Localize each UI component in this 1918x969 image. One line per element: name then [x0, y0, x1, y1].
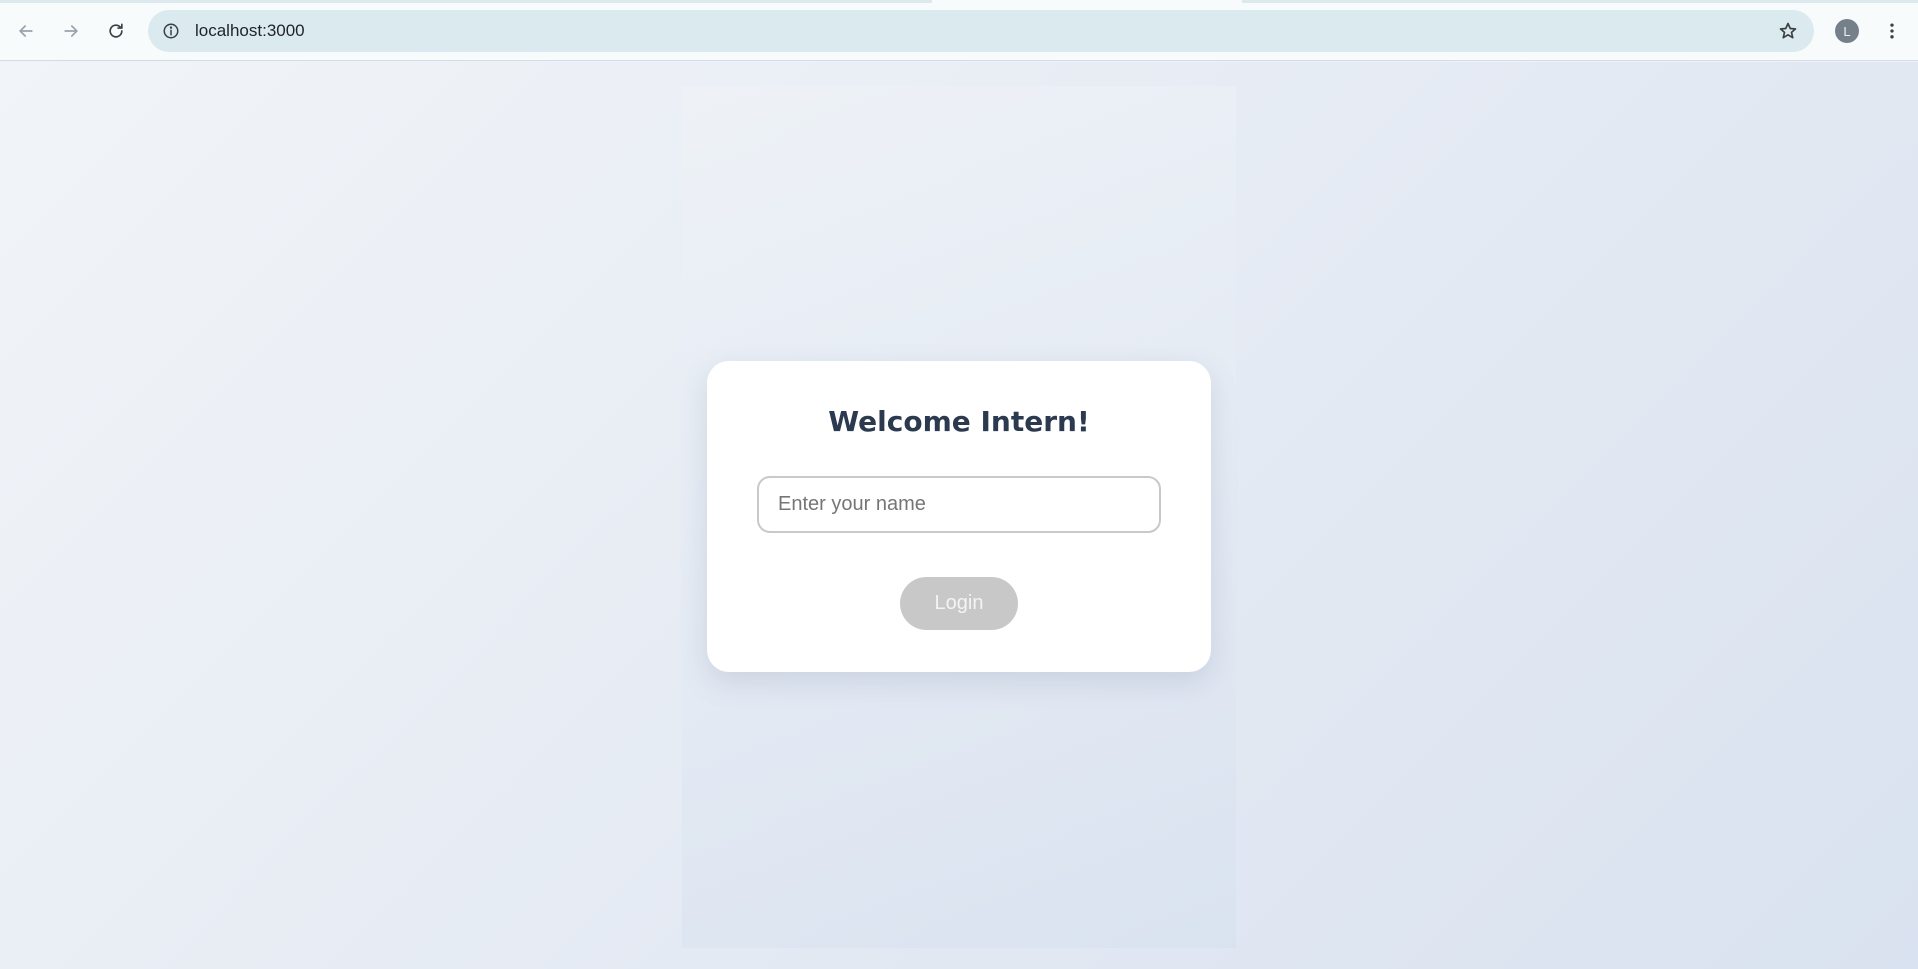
- address-bar[interactable]: localhost:3000: [148, 10, 1814, 52]
- login-button[interactable]: Login: [900, 577, 1018, 630]
- page-viewport: Welcome Intern! Login: [0, 62, 1918, 969]
- browser-menu-button[interactable]: [1874, 13, 1910, 49]
- arrow-right-icon: [64, 25, 78, 37]
- login-card: Welcome Intern! Login: [707, 361, 1211, 672]
- back-button[interactable]: [8, 13, 44, 49]
- browser-toolbar: localhost:3000 L: [0, 0, 1918, 61]
- page-title: Welcome Intern!: [828, 405, 1090, 438]
- active-tab-edge: [932, 0, 1242, 3]
- url-text[interactable]: localhost:3000: [195, 10, 305, 52]
- bookmark-button[interactable]: [1772, 15, 1804, 47]
- profile-avatar[interactable]: L: [1835, 19, 1859, 43]
- kebab-menu-icon: [1890, 23, 1894, 39]
- name-input[interactable]: [757, 476, 1161, 533]
- reload-button[interactable]: [98, 13, 134, 49]
- site-info-button[interactable]: [155, 15, 187, 47]
- tab-strip-edge: [0, 0, 1918, 3]
- reload-icon: [109, 23, 123, 38]
- info-icon: [163, 23, 179, 39]
- star-icon: [1779, 22, 1797, 39]
- forward-button[interactable]: [53, 13, 89, 49]
- arrow-left-icon: [19, 25, 33, 37]
